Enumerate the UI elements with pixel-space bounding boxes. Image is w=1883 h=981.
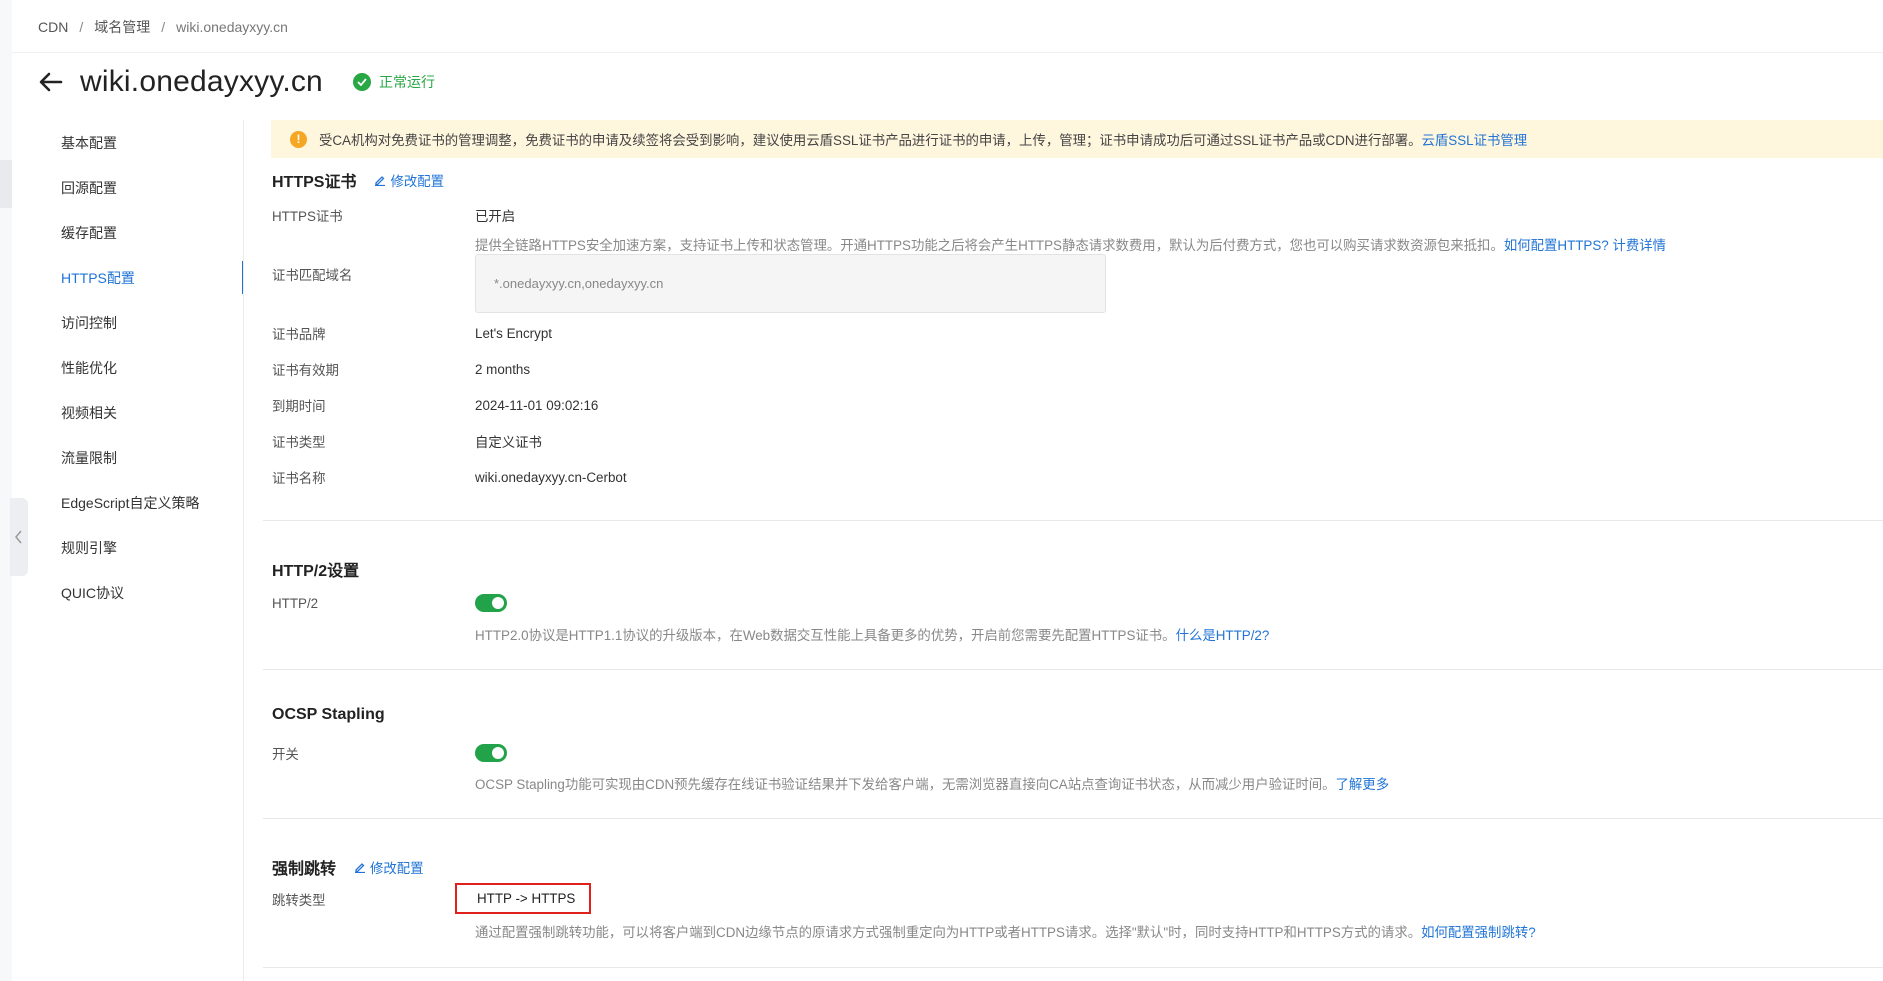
side-nav: 基本配置 回源配置 缓存配置 HTTPS配置 访问控制 性能优化 视频相关 流量… [38, 120, 244, 615]
sidebar-item-edgescript[interactable]: EdgeScript自定义策略 [38, 480, 244, 525]
redirect-section-title: 强制跳转 修改配置 [272, 855, 424, 879]
sidebar-item-access-control[interactable]: 访问控制 [38, 300, 244, 345]
section-heading: HTTP/2设置 [272, 563, 360, 580]
how-to-configure-https-link[interactable]: 如何配置HTTPS? [1504, 238, 1609, 253]
desc-text: HTTP2.0协议是HTTP1.1协议的升级版本，在Web数据交互性能上具备更多… [475, 628, 1176, 643]
sidebar-item-performance[interactable]: 性能优化 [38, 345, 244, 390]
field-value: 2024-11-01 09:02:16 [475, 397, 599, 413]
field-label: 证书有效期 [272, 363, 339, 378]
field-label: HTTPS证书 [272, 209, 343, 224]
left-strip [0, 0, 12, 981]
https-cert-row: HTTPS证书 已开启 [272, 205, 515, 225]
field-label: HTTP/2 [272, 595, 319, 611]
field-label: 证书名称 [272, 471, 326, 486]
http2-section-title: HTTP/2设置 [272, 557, 359, 581]
field-value: wiki.onedayxyy.cn-Cerbot [475, 469, 627, 485]
domain-match-label: 证书匹配域名 [272, 268, 353, 283]
cert-type-row: 证书类型 自定义证书 [272, 431, 542, 451]
sidebar-item-origin[interactable]: 回源配置 [38, 165, 244, 210]
collapse-handle[interactable] [10, 498, 28, 576]
learn-more-link[interactable]: 了解更多 [1336, 777, 1390, 792]
sidebar-item-rule-engine[interactable]: 规则引擎 [38, 525, 244, 570]
section-divider [263, 967, 1883, 968]
arrow-left-icon [39, 72, 63, 92]
edit-label: 修改配置 [390, 174, 445, 189]
http2-desc: HTTP2.0协议是HTTP1.1协议的升级版本，在Web数据交互性能上具备更多… [475, 624, 1269, 644]
section-heading: 强制跳转 [272, 861, 337, 878]
https-section-title: HTTPS证书 修改配置 [272, 168, 444, 192]
field-label: 开关 [272, 747, 299, 762]
alert-text: 受CA机构对免费证书的管理调整，免费证书的申请及续签将会受到影响，建议使用云盾S… [319, 133, 1422, 148]
section-divider [263, 669, 1883, 670]
notice-alert: ! 受CA机构对免费证书的管理调整，免费证书的申请及续签将会受到影响，建议使用云… [271, 120, 1883, 158]
title-row: wiki.onedayxyy.cn 正常运行 [36, 60, 435, 104]
breadcrumb-item-current: wiki.onedayxyy.cn [176, 19, 288, 35]
billing-details-link[interactable]: 计费详情 [1612, 238, 1666, 253]
back-button[interactable] [36, 67, 66, 97]
section-divider [263, 818, 1883, 819]
how-to-configure-redirect-link[interactable]: 如何配置强制跳转? [1421, 925, 1536, 940]
status-badge: 正常运行 [352, 72, 435, 92]
field-value: Let's Encrypt [475, 325, 552, 341]
field-label: 跳转类型 [272, 892, 326, 908]
top-divider [12, 52, 1883, 53]
https-cert-desc: 提供全链路HTTPS安全加速方案，支持证书上传和状态管理。开通HTTPS功能之后… [475, 234, 1666, 254]
sidebar-item-cache[interactable]: 缓存配置 [38, 210, 244, 255]
cert-validity-row: 证书有效期 2 months [272, 359, 530, 379]
ssl-cert-management-link[interactable]: 云盾SSL证书管理 [1422, 129, 1528, 149]
edit-icon [375, 176, 386, 186]
section-divider [263, 520, 1883, 521]
breadcrumb-item-cdn[interactable]: CDN [38, 19, 68, 35]
redirect-type-value: HTTP -> HTTPS [455, 883, 592, 914]
redirect-edit-button[interactable]: 修改配置 [354, 857, 424, 877]
field-value: 自定义证书 [475, 435, 542, 450]
sidebar-item-https[interactable]: HTTPS配置 [38, 255, 244, 300]
cert-expiry-row: 到期时间 2024-11-01 09:02:16 [272, 395, 598, 415]
nav-border [243, 120, 244, 981]
domain-match-field: *.onedayxyy.cn,onedayxyy.cn [475, 254, 1106, 313]
https-edit-button[interactable]: 修改配置 [374, 170, 444, 190]
ocsp-desc: OCSP Stapling功能可实现由CDN预先缓存在线证书验证结果并下发给客户… [475, 773, 1389, 793]
field-label: 证书类型 [272, 435, 326, 450]
breadcrumb-separator: / [161, 19, 166, 35]
edit-label: 修改配置 [370, 861, 424, 876]
ocsp-toggle[interactable] [475, 744, 507, 762]
http2-toggle[interactable] [475, 594, 507, 612]
field-label: 到期时间 [272, 399, 326, 414]
chevron-left-icon [15, 530, 22, 544]
cert-brand-row: 证书品牌 Let's Encrypt [272, 323, 552, 343]
field-value: 已开启 [475, 209, 516, 224]
http2-row: HTTP/2 [272, 594, 507, 612]
field-value: 2 months [475, 361, 531, 377]
left-strip-highlight [0, 160, 12, 208]
breadcrumb-item-domain-management[interactable]: 域名管理 [94, 17, 150, 37]
breadcrumb-separator: / [79, 19, 84, 35]
status-text: 正常运行 [378, 74, 435, 90]
edit-icon [355, 863, 366, 873]
redirect-desc: 通过配置强制跳转功能，可以将客户端到CDN边缘节点的原请求方式强制重定向为HTT… [475, 921, 1536, 941]
ocsp-row: 开关 [272, 743, 507, 763]
warning-icon: ! [290, 130, 307, 148]
page-title: wiki.onedayxyy.cn [80, 65, 323, 98]
breadcrumb: CDN / 域名管理 / wiki.onedayxyy.cn [38, 17, 288, 37]
sidebar-item-traffic-limit[interactable]: 流量限制 [38, 435, 244, 480]
redirect-type-row: 跳转类型 HTTP -> HTTPS [272, 883, 592, 914]
what-is-http2-link[interactable]: 什么是HTTP/2? [1176, 628, 1270, 643]
sidebar-item-quic[interactable]: QUIC协议 [38, 570, 244, 615]
section-heading: HTTPS证书 [272, 174, 357, 191]
desc-text: OCSP Stapling功能可实现由CDN预先缓存在线证书验证结果并下发给客户… [475, 777, 1336, 792]
desc-text: 提供全链路HTTPS安全加速方案，支持证书上传和状态管理。开通HTTPS功能之后… [475, 238, 1504, 253]
section-heading: OCSP Stapling [272, 706, 385, 723]
sidebar-item-video[interactable]: 视频相关 [38, 390, 244, 435]
check-circle-icon [352, 73, 371, 91]
ocsp-section-title: OCSP Stapling [272, 706, 385, 724]
field-label: 证书品牌 [272, 327, 326, 342]
sidebar-item-basic[interactable]: 基本配置 [38, 120, 244, 165]
desc-text: 通过配置强制跳转功能，可以将客户端到CDN边缘节点的原请求方式强制重定向为HTT… [475, 925, 1422, 940]
cert-name-row: 证书名称 wiki.onedayxyy.cn-Cerbot [272, 467, 627, 487]
